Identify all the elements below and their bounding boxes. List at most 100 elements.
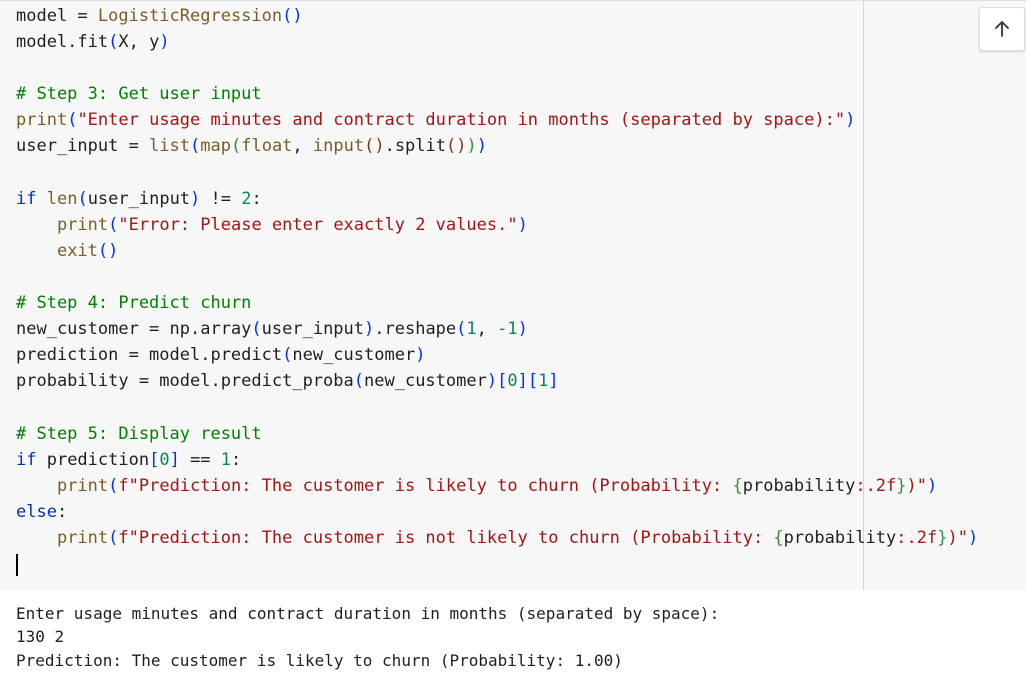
code-token: 1 xyxy=(538,371,549,392)
code-token: () xyxy=(97,240,119,261)
code-token: ( xyxy=(108,214,119,235)
code-token: ] xyxy=(169,449,180,470)
code-token: 2 xyxy=(241,188,252,209)
code-token: ( xyxy=(190,136,201,157)
code-token: float xyxy=(241,136,293,157)
code-token: print xyxy=(16,110,68,131)
code-token: ( xyxy=(77,188,88,209)
code-token: : xyxy=(251,188,262,209)
code-token: () xyxy=(364,136,385,157)
code-token: prediction = model.predict xyxy=(16,345,283,366)
code-token: print xyxy=(56,214,109,235)
code-token: f"Prediction: The customer is likely to … xyxy=(118,475,733,496)
code-token: { xyxy=(773,527,784,548)
code-block[interactable]: model = LogisticRegression() model.fit(X,… xyxy=(16,3,978,551)
code-token: "Enter usage minutes and contract durati… xyxy=(77,110,846,131)
code-token: )" xyxy=(906,475,928,496)
code-line: model = LogisticRegression() xyxy=(16,3,978,29)
output-line: 130 2 xyxy=(16,627,65,647)
code-token: model = xyxy=(16,6,98,26)
code-line: # Step 3: Get user input xyxy=(16,81,978,107)
code-token: ) xyxy=(190,188,201,209)
code-token: ) xyxy=(845,110,856,131)
code-token: user_input = xyxy=(16,136,150,157)
code-token: ( xyxy=(67,110,78,131)
code-token: ( xyxy=(282,345,293,366)
code-token: ( xyxy=(108,527,119,548)
code-token: f"Prediction: The customer is not likely… xyxy=(118,527,774,548)
code-token: ) xyxy=(466,136,477,157)
code-token: ) xyxy=(415,345,426,366)
code-token: list xyxy=(149,136,191,157)
code-line: new_customer = np.array(user_input).resh… xyxy=(16,316,978,342)
code-line: exit() xyxy=(16,238,978,264)
code-line: if len(user_input) != 2: xyxy=(16,186,978,212)
code-line: if prediction[0] == 1: xyxy=(16,447,978,473)
code-line: # Step 5: Display result xyxy=(16,421,978,447)
code-token: # Step 5: Display result xyxy=(16,423,262,444)
code-token: } xyxy=(937,527,948,548)
code-token: .split xyxy=(384,136,446,157)
code-token: map xyxy=(200,136,231,157)
code-cell-editor[interactable]: model = LogisticRegression() model.fit(X,… xyxy=(0,0,1026,590)
code-token: ) xyxy=(517,214,528,235)
code-token: new_customer xyxy=(292,345,416,366)
code-line: print("Enter usage minutes and contract … xyxy=(16,107,978,133)
code-token: , xyxy=(292,136,313,157)
code-token: ( xyxy=(230,136,242,157)
code-token: ][ xyxy=(517,371,539,392)
code-token: ) xyxy=(159,32,170,53)
code-token: 0 xyxy=(507,371,518,392)
code-token: print xyxy=(56,475,109,496)
code-token: if xyxy=(16,449,47,470)
code-line: # Step 4: Predict churn xyxy=(16,290,978,316)
code-token: , xyxy=(476,319,498,340)
code-token: ( xyxy=(456,319,467,340)
code-token: "Error: Please enter exactly 2 values." xyxy=(118,214,518,235)
output-line: Prediction: The customer is likely to ch… xyxy=(16,650,623,670)
code-line: print(f"Prediction: The customer is like… xyxy=(16,473,978,499)
code-token: :.2f xyxy=(896,527,938,548)
arrow-up-icon xyxy=(995,21,1009,37)
code-token: user_input xyxy=(261,319,365,340)
code-token: probability = model.predict_proba xyxy=(16,371,354,392)
code-token: 1 xyxy=(220,449,232,470)
code-token: ) xyxy=(927,475,938,496)
code-token: ] xyxy=(548,371,559,392)
code-token: } xyxy=(896,475,907,496)
code-token: input xyxy=(312,136,365,157)
code-token: )[ xyxy=(486,371,508,392)
code-token: [ xyxy=(149,449,160,470)
code-token: 0 xyxy=(159,449,170,470)
code-token: == xyxy=(179,449,221,470)
code-line: prediction = model.predict(new_customer) xyxy=(16,342,978,368)
code-token: else xyxy=(16,501,57,522)
text-cursor xyxy=(16,554,18,576)
code-token: model.fit xyxy=(16,32,109,53)
code-line: print(f"Prediction: The customer is not … xyxy=(16,525,978,551)
code-token: probability xyxy=(742,475,856,496)
code-token: 1 xyxy=(466,319,477,340)
code-token: probability xyxy=(783,527,897,548)
cell-output: Enter usage minutes and contract duratio… xyxy=(16,602,719,672)
code-token: ) xyxy=(967,527,979,548)
code-token: )" xyxy=(947,527,968,548)
code-token: len xyxy=(46,188,78,209)
code-token: if xyxy=(16,188,47,209)
code-token: : xyxy=(56,501,68,522)
code-line: else: xyxy=(16,499,978,525)
code-token: ( xyxy=(108,475,119,496)
code-token: () xyxy=(282,6,303,26)
code-line: user_input = list(map(float, input().spl… xyxy=(16,133,978,159)
code-token: { xyxy=(732,475,743,496)
code-token: LogisticRegression xyxy=(97,6,283,26)
scroll-to-top-button[interactable] xyxy=(979,7,1025,51)
code-token: X, y xyxy=(118,32,160,53)
code-token: new_customer xyxy=(364,371,487,392)
